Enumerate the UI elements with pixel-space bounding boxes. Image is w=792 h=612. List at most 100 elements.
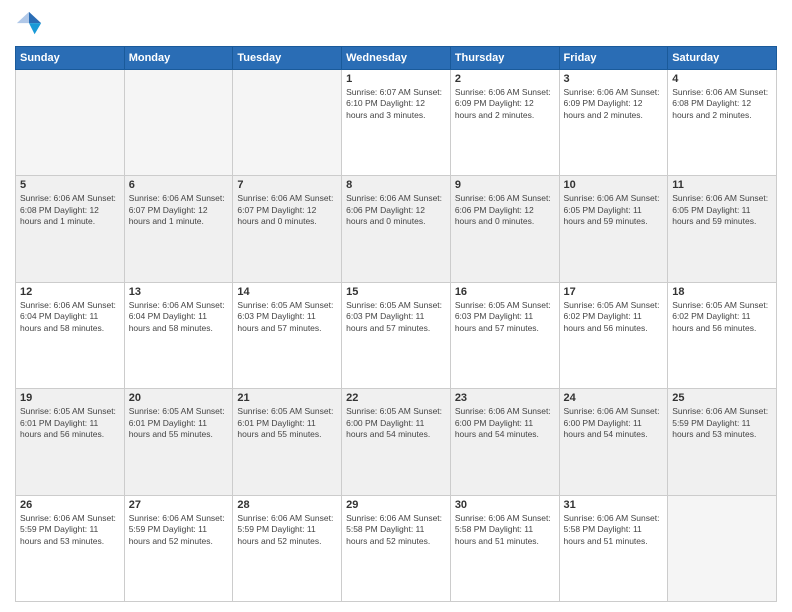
day-info: Sunrise: 6:05 AM Sunset: 6:00 PM Dayligh… bbox=[346, 406, 446, 440]
day-number: 21 bbox=[237, 392, 337, 404]
calendar-day-29: 29 Sunrise: 6:06 AM Sunset: 5:58 PM Dayli… bbox=[342, 495, 451, 601]
day-number: 30 bbox=[455, 499, 555, 511]
day-info: Sunrise: 6:06 AM Sunset: 6:08 PM Dayligh… bbox=[672, 87, 772, 121]
day-info: Sunrise: 6:06 AM Sunset: 5:59 PM Dayligh… bbox=[20, 513, 120, 547]
day-number: 23 bbox=[455, 392, 555, 404]
day-number: 1 bbox=[346, 73, 446, 85]
day-info: Sunrise: 6:06 AM Sunset: 6:05 PM Dayligh… bbox=[564, 193, 664, 227]
day-info: Sunrise: 6:05 AM Sunset: 6:03 PM Dayligh… bbox=[237, 300, 337, 334]
day-number: 8 bbox=[346, 179, 446, 191]
weekday-header-friday: Friday bbox=[559, 47, 668, 70]
calendar-empty-cell bbox=[233, 70, 342, 176]
day-number: 24 bbox=[564, 392, 664, 404]
day-number: 17 bbox=[564, 286, 664, 298]
page: SundayMondayTuesdayWednesdayThursdayFrid… bbox=[0, 0, 792, 612]
weekday-header-monday: Monday bbox=[124, 47, 233, 70]
calendar-day-31: 31Sunrise: 6:06 AM Sunset: 5:58 PM Dayli… bbox=[559, 495, 668, 601]
day-info: Sunrise: 6:06 AM Sunset: 5:59 PM Dayligh… bbox=[237, 513, 337, 547]
day-info: Sunrise: 6:06 AM Sunset: 5:58 PM Dayligh… bbox=[346, 513, 446, 547]
day-info: Sunrise: 6:06 AM Sunset: 5:59 PM Dayligh… bbox=[672, 406, 772, 440]
day-number: 29 bbox=[346, 499, 446, 511]
calendar-day-12: 12Sunrise: 6:06 AM Sunset: 6:04 PM Dayli… bbox=[16, 282, 125, 388]
header bbox=[15, 10, 777, 38]
day-info: Sunrise: 6:06 AM Sunset: 6:05 PM Dayligh… bbox=[672, 193, 772, 227]
day-info: Sunrise: 6:07 AM Sunset: 6:10 PM Dayligh… bbox=[346, 87, 446, 121]
day-number: 13 bbox=[129, 286, 229, 298]
calendar-day-8: 8 Sunrise: 6:06 AM Sunset: 6:06 PM Daylig… bbox=[342, 176, 451, 282]
day-info: Sunrise: 6:06 AM Sunset: 6:09 PM Dayligh… bbox=[564, 87, 664, 121]
calendar-day-20: 20 Sunrise: 6:05 AM Sunset: 6:01 PM Dayli… bbox=[124, 389, 233, 495]
calendar-empty-cell bbox=[16, 70, 125, 176]
weekday-header-wednesday: Wednesday bbox=[342, 47, 451, 70]
day-number: 25 bbox=[672, 392, 772, 404]
calendar-day-17: 17 Sunrise: 6:05 AM Sunset: 6:02 PM Dayli… bbox=[559, 282, 668, 388]
day-number: 10 bbox=[564, 179, 664, 191]
calendar-day-6: 6Sunrise: 6:06 AM Sunset: 6:07 PM Daylig… bbox=[124, 176, 233, 282]
day-number: 7 bbox=[237, 179, 337, 191]
calendar-day-5: 5Sunrise: 6:06 AM Sunset: 6:08 PM Daylig… bbox=[16, 176, 125, 282]
day-number: 6 bbox=[129, 179, 229, 191]
day-info: Sunrise: 6:06 AM Sunset: 6:06 PM Dayligh… bbox=[346, 193, 446, 227]
calendar-day-25: 25 Sunrise: 6:06 AM Sunset: 5:59 PM Dayli… bbox=[668, 389, 777, 495]
calendar-day-26: 26 Sunrise: 6:06 AM Sunset: 5:59 PM Dayli… bbox=[16, 495, 125, 601]
day-number: 9 bbox=[455, 179, 555, 191]
day-number: 22 bbox=[346, 392, 446, 404]
calendar-day-27: 27 Sunrise: 6:06 AM Sunset: 5:59 PM Dayli… bbox=[124, 495, 233, 601]
day-number: 26 bbox=[20, 499, 120, 511]
day-info: Sunrise: 6:06 AM Sunset: 6:06 PM Dayligh… bbox=[455, 193, 555, 227]
weekday-header-thursday: Thursday bbox=[450, 47, 559, 70]
day-number: 20 bbox=[129, 392, 229, 404]
day-number: 2 bbox=[455, 73, 555, 85]
day-number: 18 bbox=[672, 286, 772, 298]
calendar-table: SundayMondayTuesdayWednesdayThursdayFrid… bbox=[15, 46, 777, 602]
day-info: Sunrise: 6:05 AM Sunset: 6:03 PM Dayligh… bbox=[455, 300, 555, 334]
weekday-header-row: SundayMondayTuesdayWednesdayThursdayFrid… bbox=[16, 47, 777, 70]
day-info: Sunrise: 6:05 AM Sunset: 6:01 PM Dayligh… bbox=[129, 406, 229, 440]
calendar-day-16: 16 Sunrise: 6:05 AM Sunset: 6:03 PM Dayli… bbox=[450, 282, 559, 388]
calendar-day-4: 4Sunrise: 6:06 AM Sunset: 6:08 PM Daylig… bbox=[668, 70, 777, 176]
day-number: 3 bbox=[564, 73, 664, 85]
day-info: Sunrise: 6:06 AM Sunset: 5:59 PM Dayligh… bbox=[129, 513, 229, 547]
calendar-day-7: 7Sunrise: 6:06 AM Sunset: 6:07 PM Daylig… bbox=[233, 176, 342, 282]
day-number: 5 bbox=[20, 179, 120, 191]
logo bbox=[15, 10, 47, 38]
weekday-header-saturday: Saturday bbox=[668, 47, 777, 70]
day-info: Sunrise: 6:06 AM Sunset: 6:09 PM Dayligh… bbox=[455, 87, 555, 121]
calendar-day-30: 30 Sunrise: 6:06 AM Sunset: 5:58 PM Dayli… bbox=[450, 495, 559, 601]
day-info: Sunrise: 6:06 AM Sunset: 6:00 PM Dayligh… bbox=[455, 406, 555, 440]
day-info: Sunrise: 6:05 AM Sunset: 6:02 PM Dayligh… bbox=[672, 300, 772, 334]
calendar-day-24: 24 Sunrise: 6:06 AM Sunset: 6:00 PM Dayli… bbox=[559, 389, 668, 495]
day-number: 15 bbox=[346, 286, 446, 298]
day-number: 27 bbox=[129, 499, 229, 511]
day-number: 11 bbox=[672, 179, 772, 191]
day-info: Sunrise: 6:06 AM Sunset: 5:58 PM Dayligh… bbox=[564, 513, 664, 547]
calendar-day-18: 18 Sunrise: 6:05 AM Sunset: 6:02 PM Dayli… bbox=[668, 282, 777, 388]
day-info: Sunrise: 6:06 AM Sunset: 6:04 PM Dayligh… bbox=[129, 300, 229, 334]
calendar-day-1: 1 Sunrise: 6:07 AM Sunset: 6:10 PM Daylig… bbox=[342, 70, 451, 176]
weekday-header-tuesday: Tuesday bbox=[233, 47, 342, 70]
calendar-day-10: 10 Sunrise: 6:06 AM Sunset: 6:05 PM Dayli… bbox=[559, 176, 668, 282]
calendar-day-9: 9 Sunrise: 6:06 AM Sunset: 6:06 PM Daylig… bbox=[450, 176, 559, 282]
calendar-empty-cell bbox=[668, 495, 777, 601]
calendar-day-2: 2 Sunrise: 6:06 AM Sunset: 6:09 PM Daylig… bbox=[450, 70, 559, 176]
calendar-week-3: 12Sunrise: 6:06 AM Sunset: 6:04 PM Dayli… bbox=[16, 282, 777, 388]
calendar-day-19: 19Sunrise: 6:05 AM Sunset: 6:01 PM Dayli… bbox=[16, 389, 125, 495]
day-info: Sunrise: 6:06 AM Sunset: 6:00 PM Dayligh… bbox=[564, 406, 664, 440]
calendar-day-28: 28Sunrise: 6:06 AM Sunset: 5:59 PM Dayli… bbox=[233, 495, 342, 601]
calendar-day-21: 21 Sunrise: 6:05 AM Sunset: 6:01 PM Dayli… bbox=[233, 389, 342, 495]
day-info: Sunrise: 6:05 AM Sunset: 6:02 PM Dayligh… bbox=[564, 300, 664, 334]
day-info: Sunrise: 6:05 AM Sunset: 6:01 PM Dayligh… bbox=[237, 406, 337, 440]
calendar-week-5: 26 Sunrise: 6:06 AM Sunset: 5:59 PM Dayli… bbox=[16, 495, 777, 601]
day-info: Sunrise: 6:05 AM Sunset: 6:01 PM Dayligh… bbox=[20, 406, 120, 440]
calendar-day-11: 11 Sunrise: 6:06 AM Sunset: 6:05 PM Dayli… bbox=[668, 176, 777, 282]
calendar-day-22: 22 Sunrise: 6:05 AM Sunset: 6:00 PM Dayli… bbox=[342, 389, 451, 495]
day-number: 16 bbox=[455, 286, 555, 298]
calendar-week-4: 19Sunrise: 6:05 AM Sunset: 6:01 PM Dayli… bbox=[16, 389, 777, 495]
calendar-week-1: 1 Sunrise: 6:07 AM Sunset: 6:10 PM Daylig… bbox=[16, 70, 777, 176]
logo-icon bbox=[15, 10, 43, 38]
day-number: 14 bbox=[237, 286, 337, 298]
day-info: Sunrise: 6:06 AM Sunset: 6:04 PM Dayligh… bbox=[20, 300, 120, 334]
day-info: Sunrise: 6:05 AM Sunset: 6:03 PM Dayligh… bbox=[346, 300, 446, 334]
day-info: Sunrise: 6:06 AM Sunset: 5:58 PM Dayligh… bbox=[455, 513, 555, 547]
calendar-week-2: 5Sunrise: 6:06 AM Sunset: 6:08 PM Daylig… bbox=[16, 176, 777, 282]
